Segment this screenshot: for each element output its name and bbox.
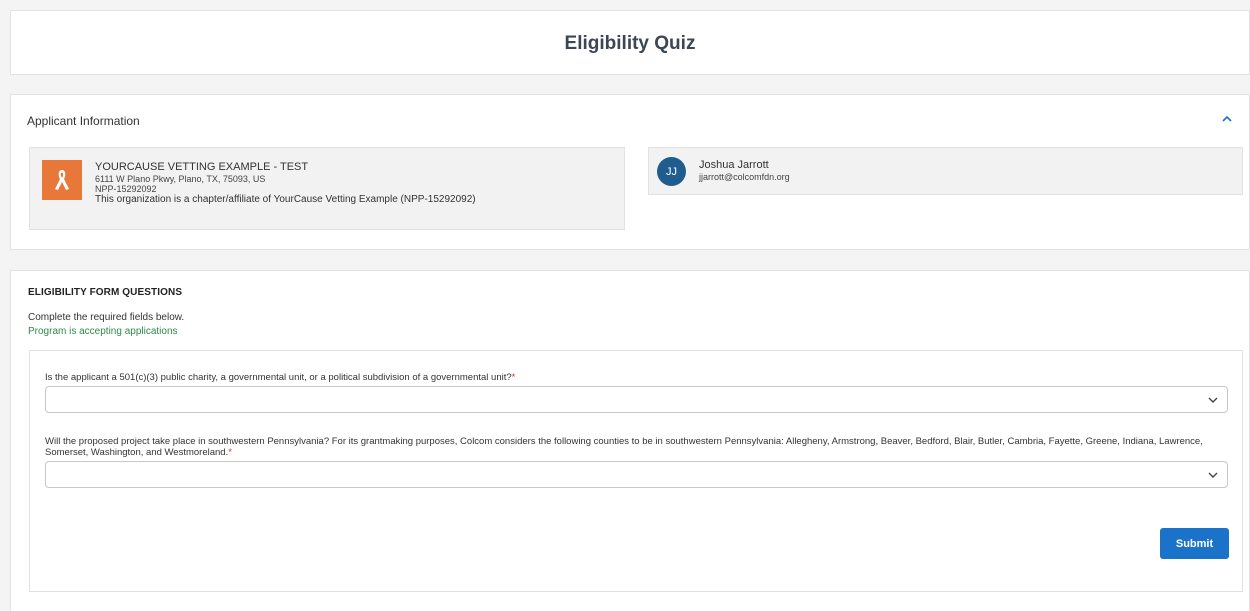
chevron-up-icon[interactable] [1219,111,1235,127]
questions-container: Is the applicant a 501(c)(3) public char… [29,350,1243,592]
organization-card: YOURCAUSE VETTING EXAMPLE - TEST 6111 W … [29,147,625,230]
required-marker: * [511,372,516,383]
user-card: JJ Joshua Jarrott jjarrott@colcomfdn.org [648,147,1243,195]
program-status-text: Program is accepting applications [28,326,178,337]
organization-address: 6111 W Plano Pkwy, Plano, TX, 75093, US [95,173,266,184]
applicant-section-label: Applicant Information [27,114,140,128]
user-name: Joshua Jarrott [699,159,769,171]
page-title: Eligibility Quiz [564,33,696,54]
question-2-text: Will the proposed project take place in … [45,436,1203,459]
question-1-text: Is the applicant a 501(c)(3) public char… [45,372,512,383]
chevron-down-icon [1208,472,1218,478]
title-panel: Eligibility Quiz [10,10,1250,75]
question-1-select[interactable] [45,386,1228,413]
question-2-label: Will the proposed project take place in … [45,436,1230,459]
user-email: jjarrott@colcomfdn.org [699,172,790,183]
eligibility-form-panel: ELIGIBILITY FORM QUESTIONS Complete the … [10,270,1250,611]
avatar: JJ [657,157,686,186]
chevron-down-icon [1208,397,1218,403]
form-heading: ELIGIBILITY FORM QUESTIONS [28,287,183,298]
required-marker: * [228,447,232,459]
question-1-label: Is the applicant a 501(c)(3) public char… [45,372,1230,383]
question-2-select[interactable] [45,461,1228,488]
form-instructions: Complete the required fields below. [28,312,185,323]
submit-button[interactable]: Submit [1160,528,1229,559]
organization-affiliation-note: This organization is a chapter/affiliate… [95,194,476,206]
organization-npp-id: NPP-15292092 [95,183,157,194]
organization-name: YOURCAUSE VETTING EXAMPLE - TEST [95,161,309,173]
applicant-information-panel: Applicant Information YOURCAUSE VETTING … [10,94,1250,250]
awareness-ribbon-icon [42,160,82,200]
